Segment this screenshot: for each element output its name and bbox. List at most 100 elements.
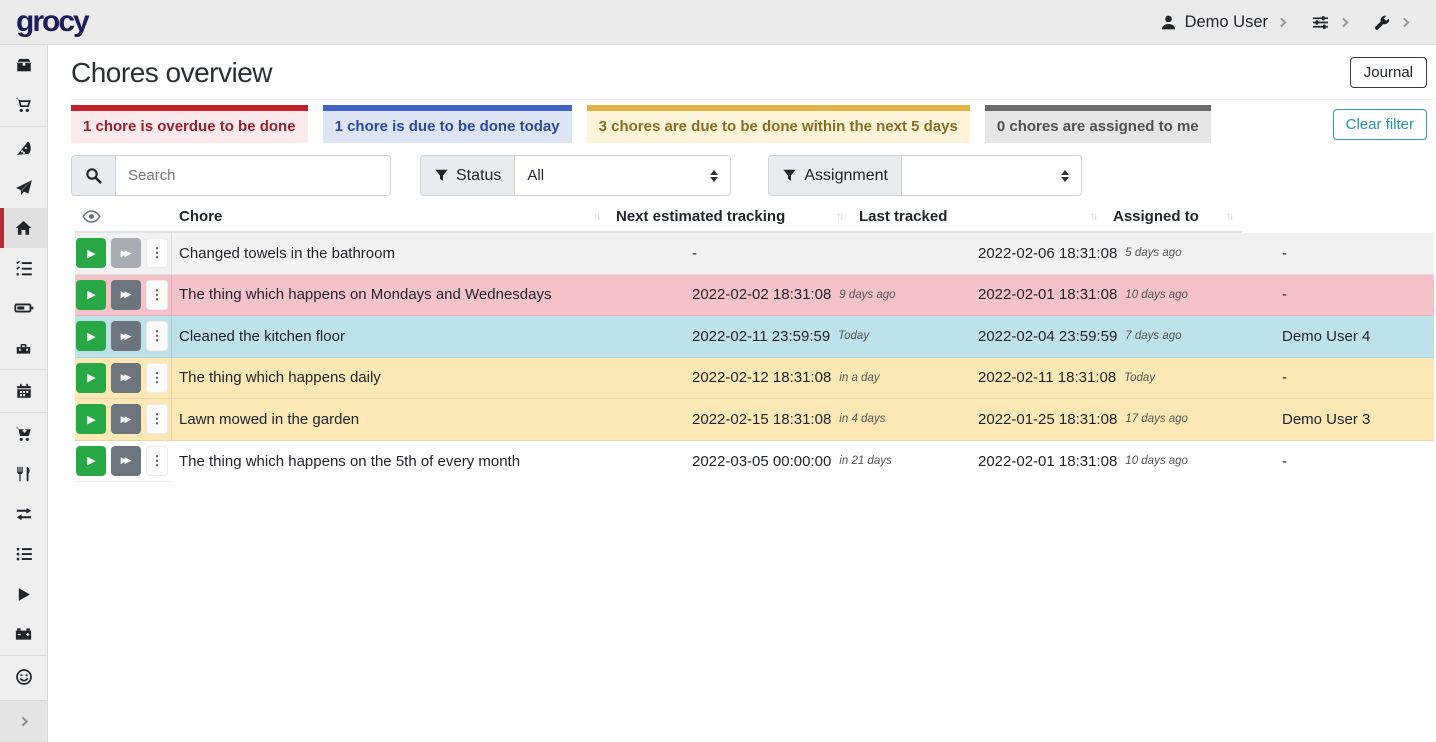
column-header-assigned-to[interactable]: Assigned to ↑↓: [1106, 202, 1242, 233]
app-logo[interactable]: grocy: [16, 5, 88, 39]
sidebar-item-purchase[interactable]: [0, 414, 47, 454]
track-chore-button[interactable]: ▶: [76, 363, 106, 393]
admin-menu[interactable]: [1373, 14, 1408, 31]
page-title: Chores overview: [71, 57, 272, 89]
column-header-chore[interactable]: Chore ↑↓: [172, 202, 609, 233]
assignment-filter-group: Assignment: [768, 155, 1082, 196]
assignment-filter-label: Assignment: [768, 155, 901, 196]
card-assigned-to-me[interactable]: 0 chores are assigned to me: [985, 105, 1211, 143]
sidebar-item-transfer[interactable]: [0, 494, 47, 534]
settings-menu[interactable]: [1311, 14, 1347, 31]
table-row: ▶ ▶▶ ⋮ Lawn mowed in the garden 2022-02-…: [75, 399, 1434, 441]
status-filter-label: Status: [420, 155, 514, 196]
chore-name-cell: The thing which happens on Mondays and W…: [172, 275, 685, 317]
user-icon: [1160, 14, 1177, 31]
utensils-icon: [15, 465, 33, 483]
battery-icon: [14, 299, 34, 317]
next-tracking-cell: 2022-02-11 23:59:59Today: [685, 316, 971, 358]
sidebar-item-shopping-list[interactable]: [0, 85, 47, 125]
skip-chore-button[interactable]: ▶▶: [111, 446, 141, 476]
clear-filter-button[interactable]: Clear filter: [1333, 109, 1427, 140]
track-chore-button[interactable]: ▶: [76, 404, 106, 434]
chevron-right-icon: [1277, 17, 1287, 27]
sidebar-expand-button[interactable]: [0, 700, 47, 742]
row-menu-button[interactable]: ⋮: [146, 404, 168, 434]
sidebar-item-meal-plan[interactable]: [0, 168, 47, 208]
sort-icon: ↑↓: [1226, 211, 1232, 222]
next-tracking-cell: 2022-03-05 00:00:00in 21 days: [685, 441, 971, 483]
track-chore-button[interactable]: ▶: [76, 446, 106, 476]
table-row: ▶ ▶▶ ⋮ The thing which happens on Monday…: [75, 275, 1434, 317]
status-select[interactable]: All: [514, 155, 731, 196]
toolbox-icon: [14, 339, 33, 357]
row-menu-button[interactable]: ⋮: [146, 238, 168, 268]
track-chore-button[interactable]: ▶: [76, 280, 106, 310]
chore-name-cell: Lawn mowed in the garden: [172, 399, 685, 441]
sidebar-item-tasks[interactable]: [0, 248, 47, 288]
sidebar-item-equipment[interactable]: [0, 328, 47, 368]
play-icon: [15, 586, 32, 603]
sort-icon: ↑↓: [593, 211, 599, 222]
wrench-icon: [1373, 14, 1391, 31]
search-prepend: [71, 155, 115, 196]
skip-chore-button[interactable]: ▶▶: [111, 363, 141, 393]
search-icon: [85, 167, 102, 184]
sidebar-item-recipes[interactable]: [0, 128, 47, 168]
top-navbar: grocy Demo User: [0, 0, 1436, 45]
row-menu-button[interactable]: ⋮: [146, 363, 168, 393]
row-menu-button[interactable]: ⋮: [146, 446, 168, 476]
shopping-cart-icon: [14, 96, 33, 114]
search-group: [71, 155, 391, 196]
sidebar-item-inventory[interactable]: [0, 534, 47, 574]
next-tracking-cell: -: [685, 233, 971, 275]
calendar-icon: [15, 382, 33, 400]
search-input[interactable]: [115, 155, 391, 196]
assigned-to-cell: Demo User 4: [1275, 316, 1434, 358]
column-visibility-toggle[interactable]: [75, 202, 172, 233]
sidebar-item-calendar[interactable]: [0, 371, 47, 411]
card-due-today[interactable]: 1 chore is due to be done today: [323, 105, 572, 143]
sliders-icon: [1311, 14, 1330, 31]
sidebar-divider: [0, 369, 47, 370]
skip-chore-button[interactable]: ▶▶: [111, 280, 141, 310]
sidebar-divider: [0, 126, 47, 127]
last-tracked-cell: 2022-02-01 18:31:0810 days ago: [971, 441, 1275, 483]
sidebar-item-stock[interactable]: [0, 45, 47, 85]
skip-chore-button[interactable]: ▶▶: [111, 321, 141, 351]
user-menu[interactable]: Demo User: [1160, 13, 1285, 32]
skip-chore-button[interactable]: ▶▶: [111, 404, 141, 434]
column-header-next-tracking[interactable]: Next estimated tracking ↑↓: [609, 202, 852, 233]
column-header-filler: [1242, 202, 1434, 233]
sidebar-item-chore-tracking[interactable]: [0, 574, 47, 614]
journal-button[interactable]: Journal: [1350, 57, 1427, 88]
stock-box-icon: [15, 56, 33, 74]
track-chore-button[interactable]: ▶: [76, 321, 106, 351]
sidebar: [0, 45, 48, 742]
next-tracking-cell: 2022-02-12 18:31:08in a day: [685, 358, 971, 400]
chore-name-cell: Changed towels in the bathroom: [172, 233, 685, 275]
sidebar-item-consume[interactable]: [0, 454, 47, 494]
sidebar-item-feedback[interactable]: [0, 657, 47, 697]
assigned-to-cell: Demo User 3: [1275, 399, 1434, 441]
sidebar-item-battery-tracking[interactable]: [0, 614, 47, 654]
sort-icon: ↑↓: [836, 211, 842, 222]
chevron-right-icon: [18, 717, 28, 727]
column-header-last-tracked[interactable]: Last tracked ↑↓: [852, 202, 1106, 233]
table-row: ▶ ▶▶ ⋮ The thing which happens on the 5t…: [75, 441, 1434, 483]
chore-name-cell: The thing which happens daily: [172, 358, 685, 400]
assignment-select[interactable]: [901, 155, 1082, 196]
chore-name-cell: The thing which happens on the 5th of ev…: [172, 441, 685, 483]
sidebar-item-chores-overview[interactable]: [0, 208, 47, 248]
table-header: Chore ↑↓ Next estimated tracking ↑↓ Last…: [75, 202, 1434, 233]
card-overdue[interactable]: 1 chore is overdue to be done: [71, 105, 308, 143]
row-menu-button[interactable]: ⋮: [146, 321, 168, 351]
home-icon: [14, 219, 33, 237]
skip-chore-button[interactable]: ▶▶: [111, 238, 141, 268]
card-due-soon[interactable]: 3 chores are due to be done within the n…: [587, 105, 970, 143]
last-tracked-cell: 2022-01-25 18:31:0817 days ago: [971, 399, 1275, 441]
last-tracked-cell: 2022-02-06 18:31:085 days ago: [971, 233, 1275, 275]
track-chore-button[interactable]: ▶: [76, 238, 106, 268]
exchange-icon: [15, 505, 33, 523]
row-menu-button[interactable]: ⋮: [146, 280, 168, 310]
sidebar-item-batteries[interactable]: [0, 288, 47, 328]
